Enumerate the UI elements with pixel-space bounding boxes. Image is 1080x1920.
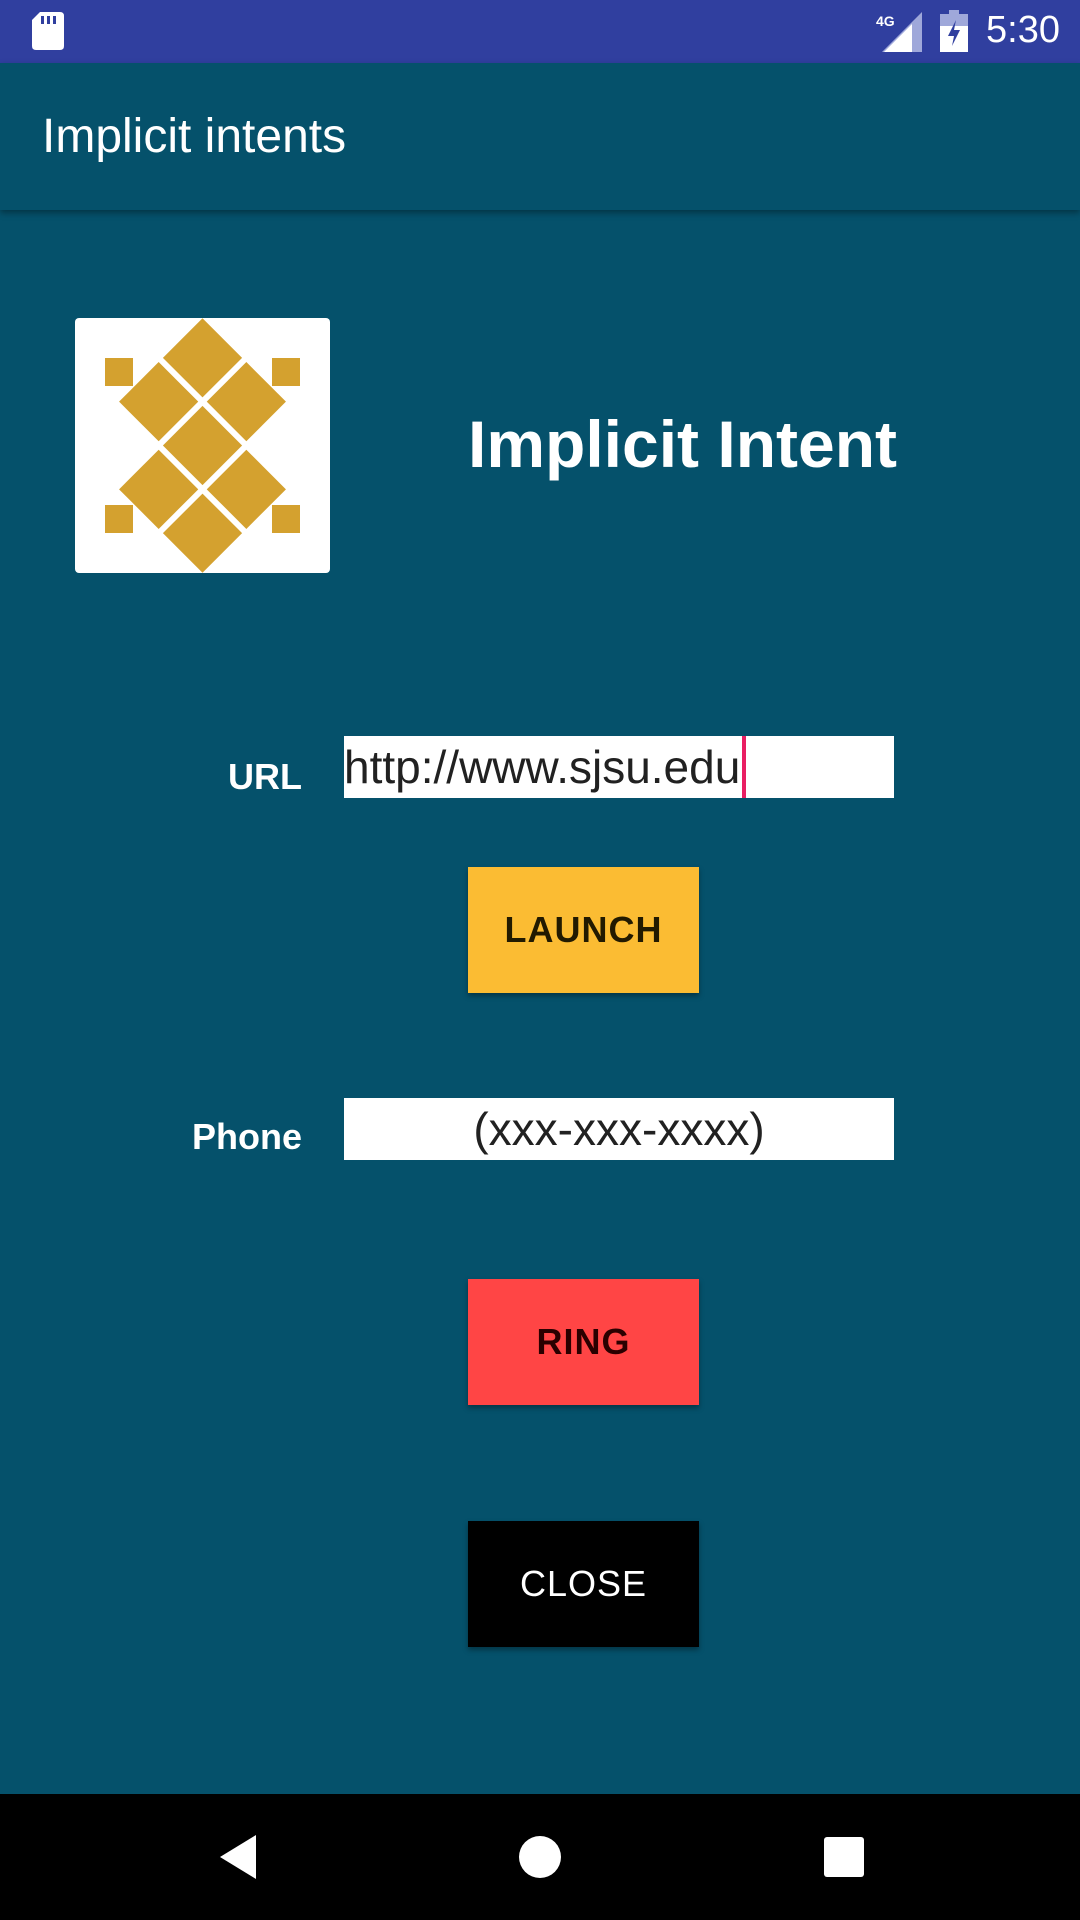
status-clock: 5:30 <box>986 9 1060 51</box>
recents-icon[interactable] <box>814 1827 874 1887</box>
phone-label: Phone <box>191 1116 302 1157</box>
ring-button[interactable]: RING <box>468 1279 699 1405</box>
logo-image <box>75 318 330 573</box>
url-label: URL <box>228 756 302 797</box>
battery-charging-icon <box>940 10 968 52</box>
phone-input[interactable] <box>344 1098 894 1160</box>
url-input[interactable]: http://www.sjsu.edu <box>344 736 894 798</box>
text-caret <box>742 736 747 798</box>
close-button[interactable]: CLOSE <box>468 1521 699 1647</box>
svg-text:4G: 4G <box>876 13 895 29</box>
app-title: Implicit intents <box>42 110 347 163</box>
page-heading: Implicit Intent <box>468 407 897 481</box>
sd-card-icon <box>32 12 64 50</box>
status-bar: 4G 5:30 <box>0 0 1080 63</box>
app-bar: Implicit intents <box>0 63 1080 210</box>
diamond-logo-icon <box>105 318 300 573</box>
url-input-value: http://www.sjsu.edu <box>344 736 747 798</box>
back-icon[interactable] <box>210 1827 270 1887</box>
home-icon[interactable] <box>510 1827 570 1887</box>
signal-icon: 4G <box>876 12 922 52</box>
navigation-bar <box>0 1794 1080 1920</box>
launch-button[interactable]: LAUNCH <box>468 867 699 993</box>
